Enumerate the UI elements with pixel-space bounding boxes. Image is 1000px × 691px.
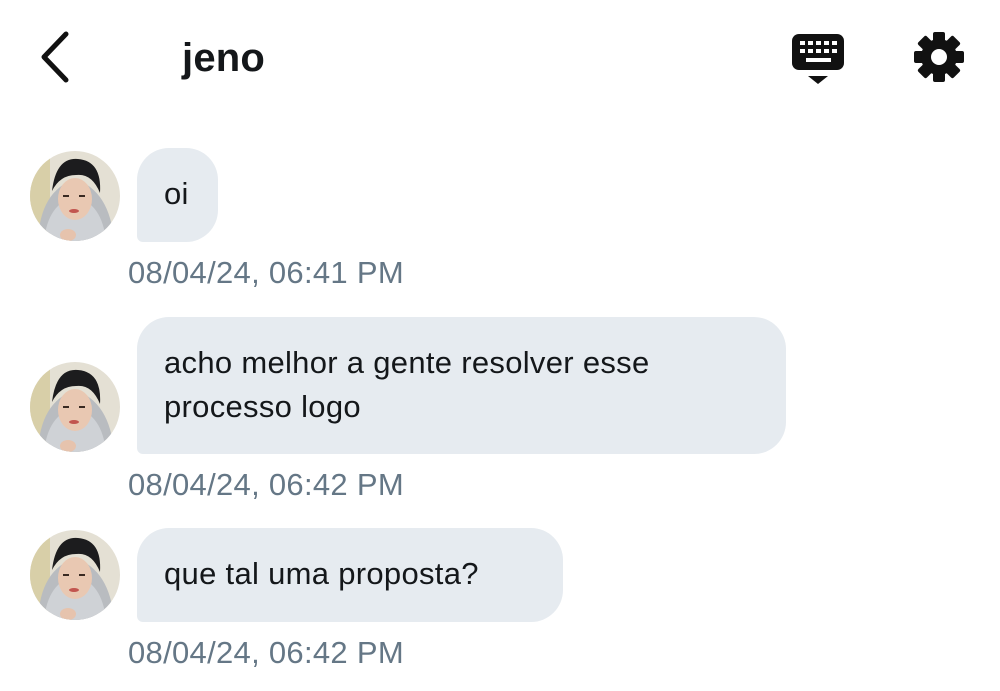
dm-conversation-screen: jeno oi 08/04/24, 06:41 PM acho melhor a…: [0, 0, 1000, 691]
gear-icon: [910, 28, 968, 86]
avatar[interactable]: [30, 530, 120, 620]
conversation-title: jeno: [182, 36, 266, 80]
message-timestamp: 08/04/24, 06:42 PM: [128, 635, 404, 670]
message-text: que tal uma proposta?: [164, 556, 479, 591]
message-bubble[interactable]: acho melhor a gente resolver esse proces…: [137, 317, 786, 454]
message-text: acho melhor a gente resolver esse proces…: [164, 345, 650, 424]
message-timestamp: 08/04/24, 06:41 PM: [128, 255, 404, 290]
message-bubble[interactable]: oi: [137, 148, 218, 242]
chevron-left-icon: [30, 26, 86, 88]
message-text: oi: [164, 176, 189, 211]
keyboard-toggle-button[interactable]: [788, 30, 848, 88]
keyboard-icon: [788, 30, 848, 88]
settings-button[interactable]: [910, 28, 968, 86]
back-button[interactable]: [30, 26, 86, 88]
avatar[interactable]: [30, 151, 120, 241]
message-bubble[interactable]: que tal uma proposta?: [137, 528, 563, 622]
message-timestamp: 08/04/24, 06:42 PM: [128, 467, 404, 502]
avatar[interactable]: [30, 362, 120, 452]
